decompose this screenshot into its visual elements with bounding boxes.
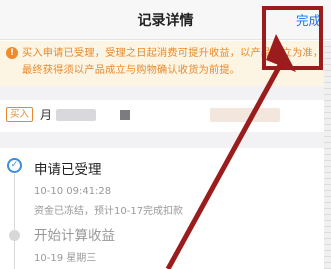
buy-tag: 买入	[6, 107, 34, 122]
status-timeline: ✓ 申请已受理 10-10 09:41:28 资金已冻结，预计10-17完成扣款…	[0, 148, 331, 269]
done-button[interactable]: 完成	[296, 10, 321, 29]
notice-banner: ! 买入申请已受理，受理之日起消费可提升收益，以产品成立为准，最终获得须以产品成…	[0, 41, 331, 86]
product-name: 月	[40, 108, 53, 122]
step-title: 开始计算收益	[34, 228, 115, 244]
step-time: 10-10 09:41:28	[34, 186, 112, 197]
redacted-text	[56, 109, 96, 121]
record-detail-screen: 记录详情 完成 ! 买入申请已受理，受理之日起消费可提升收益，以产品成立为准，最…	[0, 0, 331, 269]
redacted-text	[120, 110, 130, 120]
timeline-line	[14, 174, 15, 269]
product-row[interactable]: 买入 月	[0, 100, 331, 132]
scrollbar[interactable]	[324, 41, 331, 269]
step-time: 10-19 星期三	[34, 253, 97, 264]
page-title: 记录详情	[137, 13, 194, 29]
notice-text: 买入申请已受理，受理之日起消费可提升收益，以产品成立为准，最终获得须以产品成立与…	[22, 48, 324, 76]
step-title: 申请已受理	[34, 162, 102, 178]
step-description: 资金已冻结，预计10-17完成扣款	[34, 206, 184, 217]
pending-dot-icon	[9, 230, 20, 241]
warning-icon: !	[6, 47, 18, 59]
section-divider	[0, 132, 331, 148]
navigation-bar: 记录详情 完成	[0, 0, 331, 40]
check-icon: ✓	[7, 158, 22, 173]
redacted-amount	[210, 108, 280, 122]
section-divider	[0, 86, 331, 100]
